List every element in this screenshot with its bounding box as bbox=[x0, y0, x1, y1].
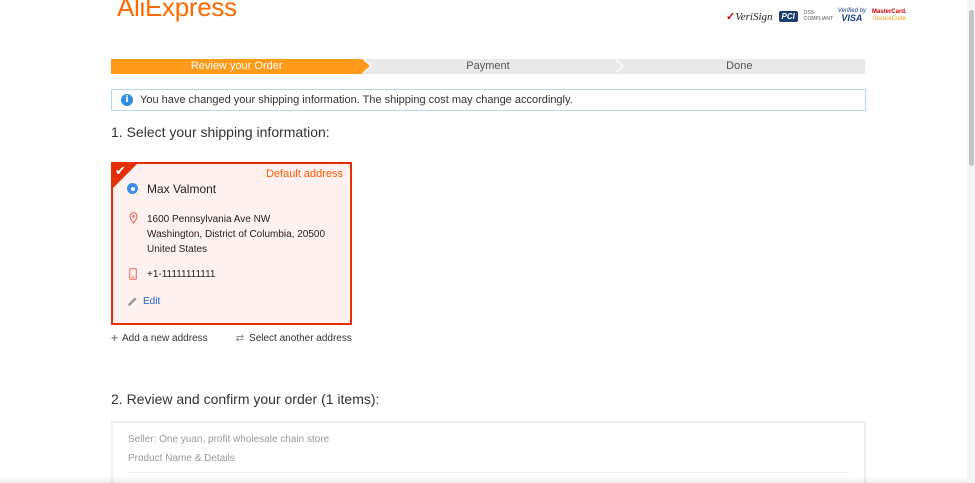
address-line-2: Washington, District of Columbia, 20500 bbox=[147, 229, 326, 240]
shipping-section-title: 1. Select your shipping information: bbox=[111, 124, 330, 140]
verisign-badge: ✓VeriSign bbox=[726, 10, 773, 23]
phone-number: +1-11111111111 bbox=[147, 269, 216, 280]
address-line-3: United States bbox=[147, 244, 208, 255]
checkout-progress: Review your Order Payment Done bbox=[111, 59, 865, 74]
select-another-address-button[interactable]: ⇄ Select another address bbox=[208, 333, 352, 344]
swap-icon: ⇄ bbox=[235, 332, 245, 344]
pci-tag: DSS COMPLIANT bbox=[803, 10, 834, 22]
edit-address-link[interactable]: Edit bbox=[143, 296, 160, 307]
mastercard-securecode-badge: MasterCard. SecureCode bbox=[871, 9, 907, 22]
trust-badges: ✓VeriSign PCI DSS COMPLIANT Verified by V… bbox=[726, 6, 907, 26]
product-header: Product Name & Details bbox=[128, 453, 235, 464]
address-actions: + Add a new address ⇄ Select another add… bbox=[111, 331, 352, 345]
review-section-title: 2. Review and confirm your order (1 item… bbox=[111, 391, 380, 407]
phone-icon bbox=[129, 268, 137, 280]
step-done: Done bbox=[613, 59, 865, 74]
logo-text: AliExpress bbox=[117, 0, 237, 22]
location-pin-icon bbox=[129, 212, 138, 224]
seller-name: Seller: One yuan, profit wholesale chain… bbox=[128, 434, 330, 445]
select-another-address-label: Select another address bbox=[249, 332, 352, 344]
aliexpress-logo[interactable]: AliExpress™ bbox=[117, 0, 243, 23]
default-address-label: Default address bbox=[265, 168, 343, 180]
info-icon: i bbox=[121, 94, 133, 106]
order-review-box: Seller: One yuan, profit wholesale chain… bbox=[111, 421, 866, 483]
page-scrollbar[interactable] bbox=[967, 0, 975, 483]
pci-badge: PCI bbox=[778, 10, 798, 22]
add-new-address-label: Add a new address bbox=[122, 332, 208, 344]
checkmark-icon: ✔ bbox=[115, 163, 126, 178]
pencil-icon bbox=[128, 297, 137, 306]
shipping-change-notice: i You have changed your shipping informa… bbox=[111, 89, 866, 111]
plus-icon: + bbox=[111, 331, 119, 345]
bottom-shadow bbox=[0, 477, 967, 483]
address-card-selected[interactable]: ✔ Default address Max Valmont 1600 Penns… bbox=[111, 162, 352, 325]
address-radio[interactable] bbox=[127, 183, 138, 194]
recipient-name: Max Valmont bbox=[147, 182, 217, 196]
notice-text: You have changed your shipping informati… bbox=[140, 94, 573, 106]
add-new-address-button[interactable]: + Add a new address bbox=[111, 331, 208, 345]
order-divider bbox=[128, 472, 849, 473]
step-payment: Payment bbox=[362, 59, 624, 74]
address-lines: 1600 Pennsylvania Ave NW Washington, Dis… bbox=[147, 212, 325, 257]
address-line-1: 1600 Pennsylvania Ave NW bbox=[147, 214, 271, 225]
step-review-order: Review your Order bbox=[111, 59, 373, 74]
verified-by-visa-badge: Verified by VISA bbox=[837, 8, 866, 23]
scrollbar-thumb[interactable] bbox=[969, 10, 974, 166]
